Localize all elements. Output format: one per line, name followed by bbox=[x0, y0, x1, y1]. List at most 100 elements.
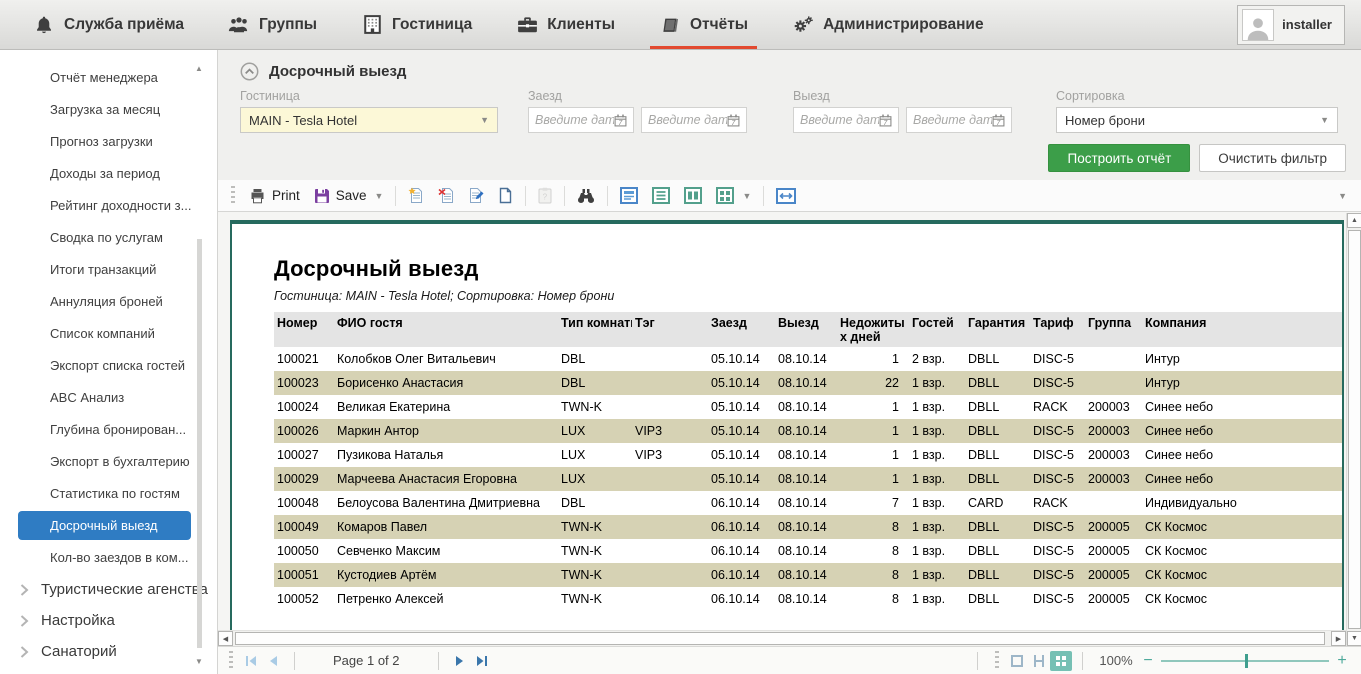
hscroll-thumb[interactable] bbox=[235, 632, 1325, 645]
sidebar-item[interactable]: Рейтинг доходности з... bbox=[0, 190, 217, 222]
sidebar-item[interactable]: Доходы за период bbox=[0, 158, 217, 190]
calendar-icon[interactable]: 7 bbox=[879, 114, 892, 127]
sidebar-scrollbar[interactable]: ▲ ▼ bbox=[195, 64, 204, 666]
page-setup-button[interactable] bbox=[491, 183, 520, 209]
single-page-view-button[interactable] bbox=[1006, 651, 1028, 671]
sidebar-section-label: Настройка bbox=[41, 612, 115, 629]
sidebar-item[interactable]: Загрузка за месяц bbox=[0, 94, 217, 126]
sidebar-item[interactable]: Аннуляция броней bbox=[0, 286, 217, 318]
scroll-down-icon[interactable]: ▼ bbox=[1347, 631, 1361, 646]
edit-page-button[interactable] bbox=[461, 183, 491, 209]
multiple-pages-view-button[interactable] bbox=[1050, 651, 1072, 671]
last-page-button[interactable] bbox=[471, 651, 493, 671]
sidebar-item[interactable]: Список компаний bbox=[0, 318, 217, 350]
page-width-button[interactable] bbox=[769, 183, 803, 209]
nav-item-reports[interactable]: Отчёты bbox=[656, 0, 751, 49]
calendar-icon[interactable]: 7 bbox=[727, 114, 740, 127]
first-page-button[interactable] bbox=[240, 651, 262, 671]
print-button[interactable]: Print bbox=[242, 183, 307, 209]
clipboard-icon: ? bbox=[538, 187, 552, 204]
sidebar-item[interactable]: Отчёт менеджера bbox=[0, 62, 217, 94]
pager-grip[interactable] bbox=[229, 651, 233, 671]
nav-item-reception[interactable]: Служба приёма bbox=[30, 0, 187, 49]
scroll-up-icon[interactable]: ▲ bbox=[195, 64, 203, 73]
nav-item-clients[interactable]: Клиенты bbox=[513, 0, 618, 49]
sidebar-item[interactable]: Сводка по услугам bbox=[0, 222, 217, 254]
horizontal-scrollbar[interactable]: ◀ ▶ bbox=[218, 630, 1346, 646]
user-box[interactable]: installer bbox=[1237, 5, 1345, 45]
nav-item-hotel[interactable]: Гостиница bbox=[358, 0, 475, 49]
previous-page-button[interactable] bbox=[262, 651, 284, 671]
sidebar-item[interactable]: Прогноз загрузки bbox=[0, 126, 217, 158]
table-cell: DBLL bbox=[965, 400, 1030, 414]
table-cell: СК Космос bbox=[1142, 520, 1342, 534]
sidebar-section[interactable]: Туристические агенства bbox=[0, 574, 217, 605]
collapse-panel-icon[interactable] bbox=[240, 62, 259, 81]
table-row: 100050Севченко МаксимTWN-K06.10.1408.10.… bbox=[274, 539, 1342, 563]
nav-item-label: Отчёты bbox=[690, 16, 748, 34]
scroll-right-icon[interactable]: ▶ bbox=[1331, 631, 1346, 646]
table-cell: 8 bbox=[837, 568, 909, 582]
separator bbox=[438, 652, 439, 670]
sidebar-item[interactable]: ABC Анализ bbox=[0, 382, 217, 414]
sidebar-item[interactable]: Итоги транзакций bbox=[0, 254, 217, 286]
toolbar-overflow-icon[interactable]: ▼ bbox=[1338, 191, 1347, 201]
vertical-scrollbar[interactable]: ▲ ▼ bbox=[1346, 213, 1361, 646]
people-icon bbox=[228, 15, 250, 35]
departure-from-input[interactable]: Введите дату 7 bbox=[793, 107, 899, 133]
nav-item-groups[interactable]: Группы bbox=[225, 0, 320, 49]
find-button[interactable] bbox=[570, 183, 602, 209]
zoom-out-button[interactable]: − bbox=[1139, 652, 1157, 670]
zoom-slider-handle[interactable] bbox=[1245, 654, 1248, 668]
toolbar-grip[interactable] bbox=[231, 186, 235, 206]
column-header: Выезд bbox=[775, 316, 837, 330]
save-button[interactable]: Save ▼ bbox=[307, 183, 391, 209]
arrival-from-input[interactable]: Введите дату 7 bbox=[528, 107, 634, 133]
sidebar-item[interactable]: Статистика по гостям bbox=[0, 478, 217, 510]
view-two-pages-button[interactable] bbox=[677, 183, 709, 209]
arrival-to-input[interactable]: Введите дату 7 bbox=[641, 107, 747, 133]
clear-filter-button[interactable]: Очистить фильтр bbox=[1199, 144, 1346, 172]
continuous-view-button[interactable] bbox=[1028, 651, 1050, 671]
scroll-up-icon[interactable]: ▲ bbox=[1347, 213, 1361, 228]
nav-item-label: Гостиница bbox=[392, 16, 472, 34]
chevron-down-icon[interactable]: ▼ bbox=[375, 191, 384, 201]
report-title: Досрочный выезд bbox=[274, 256, 1342, 282]
build-report-button[interactable]: Построить отчёт bbox=[1048, 144, 1190, 172]
scroll-down-icon[interactable]: ▼ bbox=[195, 657, 203, 666]
chevron-down-icon[interactable]: ▼ bbox=[742, 191, 751, 201]
table-cell: 05.10.14 bbox=[708, 472, 775, 486]
sidebar-item[interactable]: Глубина бронирован... bbox=[0, 414, 217, 446]
nav-item-admin[interactable]: Администрирование bbox=[789, 0, 987, 49]
view-multiple-pages-button[interactable]: ▼ bbox=[709, 183, 758, 209]
table-row: 100021Колобков Олег ВитальевичDBL05.10.1… bbox=[274, 347, 1342, 371]
delete-page-button[interactable] bbox=[431, 183, 461, 209]
sidebar-section[interactable]: Санаторий bbox=[0, 636, 217, 667]
table-cell: 100024 bbox=[274, 400, 334, 414]
sidebar-scroll-thumb[interactable] bbox=[197, 239, 202, 648]
sidebar-item[interactable]: Экспорт в бухгалтерию bbox=[0, 446, 217, 478]
sidebar-section[interactable]: Настройка bbox=[0, 605, 217, 636]
zoom-in-button[interactable]: + bbox=[1333, 652, 1351, 670]
calendar-icon[interactable]: 7 bbox=[992, 114, 1005, 127]
sidebar-item[interactable]: Экспорт списка гостей bbox=[0, 350, 217, 382]
hscroll-track[interactable] bbox=[233, 631, 1331, 646]
departure-to-input[interactable]: Введите дату 7 bbox=[906, 107, 1012, 133]
table-row: 100027Пузикова НатальяLUXVIP305.10.1408.… bbox=[274, 443, 1342, 467]
scroll-left-icon[interactable]: ◀ bbox=[218, 631, 233, 646]
report-page: Досрочный выезд Гостиница: MAIN - Tesla … bbox=[230, 220, 1344, 630]
zoom-slider[interactable] bbox=[1161, 654, 1329, 668]
next-page-button[interactable] bbox=[449, 651, 471, 671]
sort-select-value: Номер брони bbox=[1065, 113, 1145, 128]
view-page-button[interactable] bbox=[613, 183, 645, 209]
sidebar-item-selected[interactable]: Досрочный выезд bbox=[18, 511, 191, 540]
sort-select[interactable]: Номер брони ▼ bbox=[1056, 107, 1338, 133]
hotel-select[interactable]: MAIN - Tesla Hotel ▼ bbox=[240, 107, 498, 133]
view-single-button[interactable] bbox=[645, 183, 677, 209]
vscroll-thumb[interactable] bbox=[1348, 230, 1361, 629]
calendar-icon[interactable]: 7 bbox=[614, 114, 627, 127]
sidebar-item[interactable]: Кол-во заездов в ком... bbox=[0, 542, 217, 574]
zoombar-grip[interactable] bbox=[995, 651, 999, 671]
new-page-button[interactable] bbox=[401, 183, 431, 209]
table-cell: Колобков Олег Витальевич bbox=[334, 352, 558, 366]
